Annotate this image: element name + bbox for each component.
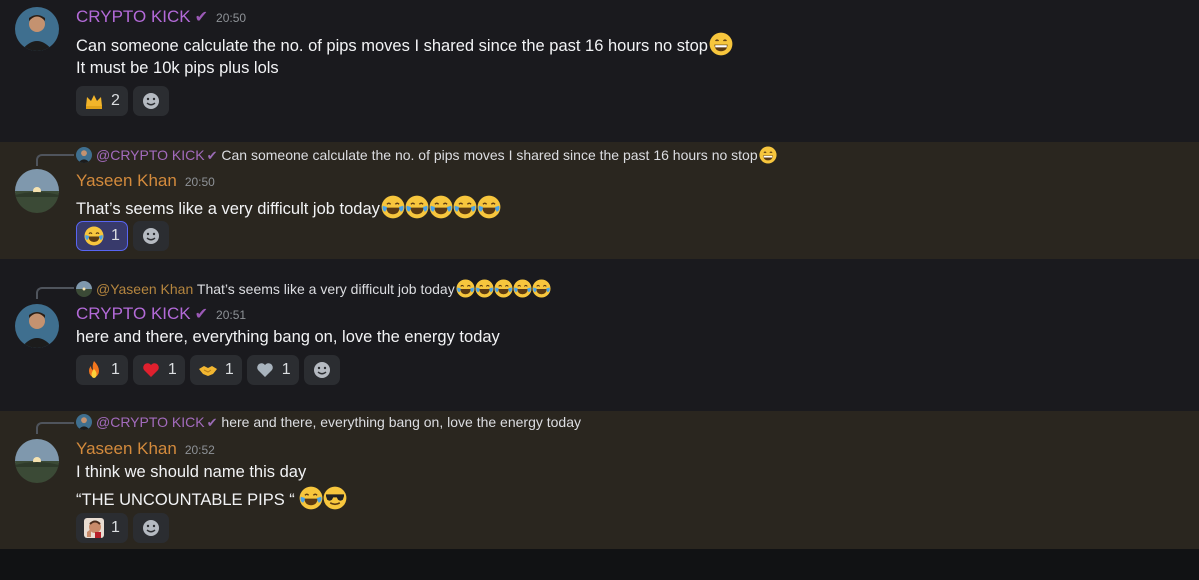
reaction-count: 2 [111, 92, 120, 109]
bottom-bar [0, 549, 1199, 580]
sunglasses-emoji-icon [322, 486, 347, 510]
grin-emoji-icon [708, 32, 733, 56]
fire-icon [89, 361, 99, 378]
joy-emoji-icon [531, 279, 551, 298]
reply-author: @Yaseen Khan [96, 281, 194, 297]
reaction-count: 1 [281, 361, 291, 378]
author-name[interactable]: CRYPTO KICK [76, 7, 191, 26]
timestamp: 20:52 [184, 443, 215, 457]
reaction-count: 1 [224, 361, 234, 378]
message-text: It must be 10k pips plus lols [76, 59, 279, 77]
message-text: Can someone calculate the no. of pips mo… [76, 37, 708, 55]
message-text: “THE UNCOUNTABLE PIPS “ [76, 491, 295, 509]
message: @CRYPTO KICK ✔ Can someone calculate the … [0, 142, 1199, 259]
joy-emoji-icon [493, 279, 513, 298]
grin-emoji-icon [758, 146, 777, 164]
check-icon: ✔ [206, 148, 218, 163]
joy-emoji-icon [512, 279, 532, 298]
reaction-count: 1 [111, 361, 120, 378]
reply-text: here and there, everything bang on, love… [221, 414, 581, 430]
check-icon: ✔ [194, 9, 209, 26]
reaction-crown[interactable]: 2 [76, 86, 128, 116]
timestamp: 20:50 [216, 11, 247, 25]
add-reaction-button[interactable] [132, 86, 169, 116]
reaction-handshake[interactable]: 1 [189, 355, 242, 385]
reaction-joy[interactable]: 1 [76, 221, 128, 251]
reply-author: @CRYPTO KICK [96, 147, 205, 163]
joy-emoji-icon [84, 226, 104, 246]
message: CRYPTO KICK ✔ 20:50 Can someone calculate … [0, 0, 1199, 141]
author-name[interactable]: Yaseen Khan [76, 439, 177, 458]
avatar[interactable] [15, 304, 59, 348]
joy-emoji-icon [380, 195, 405, 219]
message-text: I think we should name this day [76, 463, 307, 481]
reply-text: That’s seems like a very difficult job t… [196, 281, 455, 297]
message-text: here and there, everything bang on, love… [76, 328, 500, 346]
reply-preview[interactable]: @CRYPTO KICK ✔ Can someone calculate the … [76, 146, 777, 164]
reply-author: @CRYPTO KICK [96, 414, 205, 430]
message: @Yaseen Khan That’s seems like a very di… [0, 276, 1199, 396]
add-reaction-button[interactable] [132, 221, 169, 251]
mini-avatar [76, 281, 92, 297]
joy-emoji-icon [476, 195, 501, 219]
reaction-fire[interactable]: 1 [76, 355, 128, 385]
joy-emoji-icon [404, 195, 429, 219]
add-reaction-icon [142, 520, 159, 536]
joy-emoji-icon [455, 279, 475, 298]
mini-avatar [76, 414, 92, 430]
check-icon: ✔ [206, 415, 218, 430]
author-name[interactable]: Yaseen Khan [76, 171, 177, 190]
handshake-icon [198, 366, 217, 376]
custom-face-icon [84, 518, 104, 538]
avatar[interactable] [15, 169, 59, 213]
message: @CRYPTO KICK ✔ here and there, everything… [0, 411, 1199, 549]
crown-icon [86, 95, 102, 109]
message-text: That’s seems like a very difficult job t… [76, 200, 380, 218]
add-reaction-icon [142, 228, 159, 244]
joy-emoji-icon [428, 195, 453, 219]
grey-heart-icon [256, 363, 273, 377]
reaction-heart[interactable]: 1 [132, 355, 185, 385]
timestamp: 20:51 [216, 308, 247, 322]
reaction-grey-heart[interactable]: 1 [246, 355, 299, 385]
reply-preview[interactable]: @CRYPTO KICK ✔ here and there, everything… [76, 414, 581, 431]
timestamp: 20:50 [184, 175, 215, 189]
reply-preview[interactable]: @Yaseen Khan That’s seems like a very di… [76, 279, 551, 298]
check-icon: ✔ [194, 306, 209, 323]
reaction-count: 1 [167, 361, 177, 378]
add-reaction-button[interactable] [303, 355, 340, 385]
reaction-custom-face[interactable]: 1 [76, 513, 128, 543]
reaction-count: 1 [111, 227, 120, 244]
joy-emoji-icon [452, 195, 477, 219]
avatar[interactable] [15, 7, 59, 51]
joy-emoji-icon [298, 486, 323, 510]
heart-icon [143, 363, 159, 377]
add-reaction-icon [313, 362, 330, 378]
joy-emoji-icon [474, 279, 494, 298]
avatar[interactable] [15, 439, 59, 483]
reply-text: Can someone calculate the no. of pips mo… [221, 147, 758, 163]
reaction-count: 1 [111, 519, 120, 536]
author-name[interactable]: CRYPTO KICK [76, 304, 191, 323]
add-reaction-icon [142, 93, 159, 109]
mini-avatar [76, 147, 92, 163]
add-reaction-button[interactable] [132, 513, 169, 543]
